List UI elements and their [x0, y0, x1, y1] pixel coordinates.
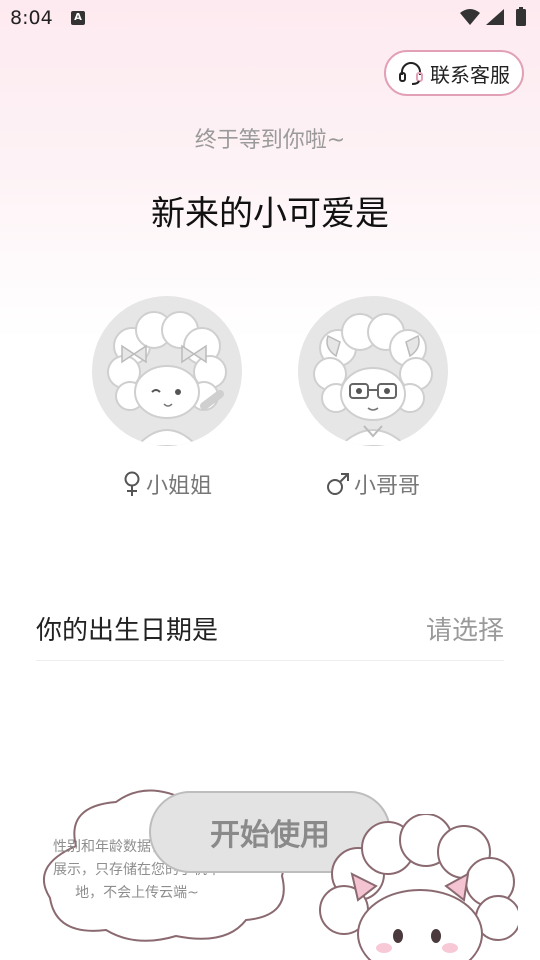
- male-label: 小哥哥: [353, 474, 420, 499]
- female-avatar[interactable]: [92, 296, 242, 446]
- female-label: 小姐姐: [145, 474, 212, 499]
- status-time: 8:04: [10, 7, 53, 29]
- wifi-icon: [460, 9, 480, 25]
- battery-icon: [516, 9, 526, 26]
- male-label-row[interactable]: 小哥哥: [298, 468, 448, 500]
- status-bar: 8:04 A: [0, 0, 540, 36]
- female-label-row[interactable]: 小姐姐: [92, 468, 242, 500]
- customer-service-label: 联系客服: [430, 62, 510, 87]
- gender-option-male[interactable]: 小哥哥: [298, 296, 448, 500]
- male-icon: [326, 473, 349, 495]
- birth-date-row[interactable]: 你的出生日期是 请选择: [36, 606, 504, 661]
- female-icon: [124, 471, 140, 496]
- signal-icon: [486, 9, 504, 25]
- page-title: 新来的小可爱是: [151, 194, 389, 234]
- customer-service-button[interactable]: 联系客服: [384, 50, 524, 96]
- birth-date-select[interactable]: 请选择: [426, 610, 504, 647]
- notification-icon: A: [71, 11, 85, 25]
- headset-icon: [399, 62, 423, 85]
- sheep-mascot: [319, 814, 518, 960]
- birth-date-label: 你的出生日期是: [36, 616, 219, 646]
- male-avatar[interactable]: [298, 296, 448, 446]
- gender-option-female[interactable]: 小姐姐: [92, 296, 242, 500]
- greeting-subtitle: 终于等到你啦~: [194, 128, 346, 153]
- status-icons: [460, 7, 526, 26]
